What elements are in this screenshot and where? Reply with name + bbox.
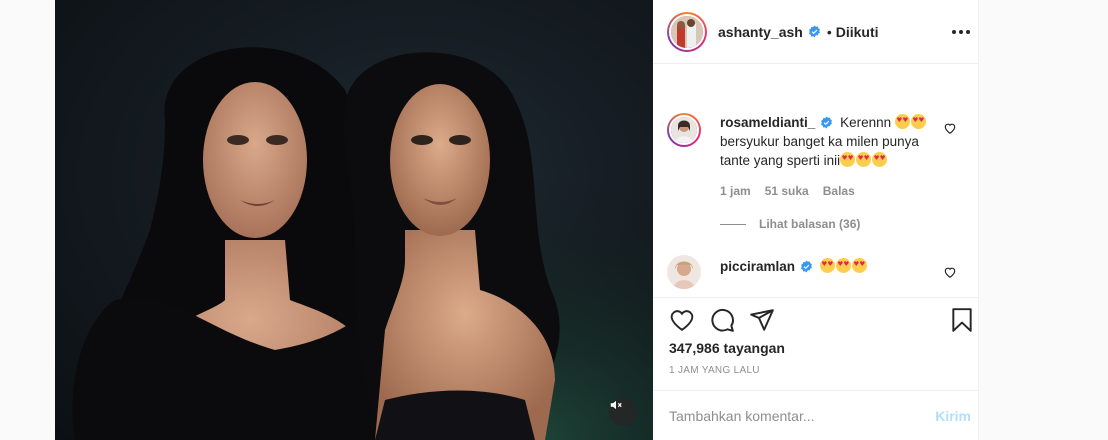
video-frame-illustration bbox=[55, 0, 653, 440]
post-timestamp[interactable]: 1 JAM YANG LALU bbox=[669, 365, 760, 376]
comment-input[interactable] bbox=[669, 407, 919, 424]
post-header: ashanty_ash • Diikuti bbox=[653, 0, 979, 64]
comment-time[interactable]: 1 jam bbox=[720, 184, 751, 198]
comment-username[interactable]: picciramlan bbox=[720, 259, 795, 274]
post-details-panel: ashanty_ash • Diikuti rosameldianti_ Ker… bbox=[653, 0, 979, 440]
reply-button[interactable]: Balas bbox=[823, 184, 855, 198]
comment-body: picciramlan bbox=[720, 257, 940, 276]
author-avatar[interactable] bbox=[667, 11, 707, 52]
comment-text-rest: bersyukur banget ka milen punya tante ya… bbox=[720, 134, 919, 168]
heart-eyes-emoji bbox=[872, 152, 888, 167]
comment-icon[interactable] bbox=[709, 307, 735, 333]
view-replies-button[interactable]: Lihat balasan (36) bbox=[720, 217, 860, 231]
separator-dot: • bbox=[826, 23, 832, 40]
heart-eyes-emoji bbox=[835, 258, 851, 273]
commenter-avatar[interactable] bbox=[667, 255, 701, 289]
commenter-avatar[interactable] bbox=[667, 113, 701, 147]
comment-composer: Kirim bbox=[653, 390, 979, 440]
comment-meta: 1 jam 51 suka Balas bbox=[720, 184, 855, 198]
view-replies-label: Lihat balasan (36) bbox=[759, 217, 861, 231]
avatar-photo bbox=[671, 15, 703, 48]
send-comment-button[interactable]: Kirim bbox=[935, 408, 971, 424]
instagram-post-view: ashanty_ash • Diikuti rosameldianti_ Ker… bbox=[0, 0, 1108, 440]
heart-icon[interactable] bbox=[669, 307, 695, 333]
comments-list[interactable]: rosameldianti_ Kerennn bersyukur banget … bbox=[653, 65, 979, 297]
heart-eyes-emoji bbox=[910, 114, 926, 129]
author-username[interactable]: ashanty_ash bbox=[718, 24, 803, 40]
heart-eyes-emoji bbox=[894, 114, 910, 129]
heart-icon[interactable] bbox=[943, 121, 957, 135]
avatar-photo bbox=[667, 255, 701, 289]
action-bar bbox=[653, 297, 979, 342]
verified-badge-icon bbox=[821, 116, 833, 129]
verified-badge-icon bbox=[808, 25, 820, 38]
view-count[interactable]: 347,986 tayangan bbox=[669, 340, 785, 356]
post-video[interactable] bbox=[55, 0, 653, 440]
mute-icon bbox=[610, 400, 622, 410]
verified-badge-icon bbox=[801, 260, 812, 273]
share-icon[interactable] bbox=[749, 307, 775, 333]
heart-eyes-emoji bbox=[819, 258, 835, 273]
mute-button[interactable] bbox=[609, 398, 637, 426]
heart-eyes-emoji bbox=[851, 258, 867, 273]
comment-body: rosameldianti_ Kerennn bersyukur banget … bbox=[720, 113, 940, 170]
more-options-icon bbox=[952, 30, 970, 34]
heart-eyes-emoji bbox=[840, 152, 856, 167]
bookmark-icon[interactable] bbox=[949, 307, 975, 333]
comment-likes[interactable]: 51 suka bbox=[765, 184, 809, 198]
heart-icon[interactable] bbox=[943, 265, 957, 279]
heart-eyes-emoji bbox=[856, 152, 872, 167]
more-options-button[interactable] bbox=[949, 20, 973, 44]
follow-status-button[interactable]: Diikuti bbox=[836, 24, 879, 40]
avatar-photo bbox=[671, 117, 697, 143]
author-avatar-image bbox=[669, 13, 705, 50]
left-gutter bbox=[0, 0, 55, 440]
comment-username[interactable]: rosameldianti_ bbox=[720, 115, 815, 130]
replies-divider bbox=[720, 223, 746, 225]
right-gutter bbox=[979, 0, 1108, 440]
comment-text-start: Kerennn bbox=[840, 115, 892, 130]
